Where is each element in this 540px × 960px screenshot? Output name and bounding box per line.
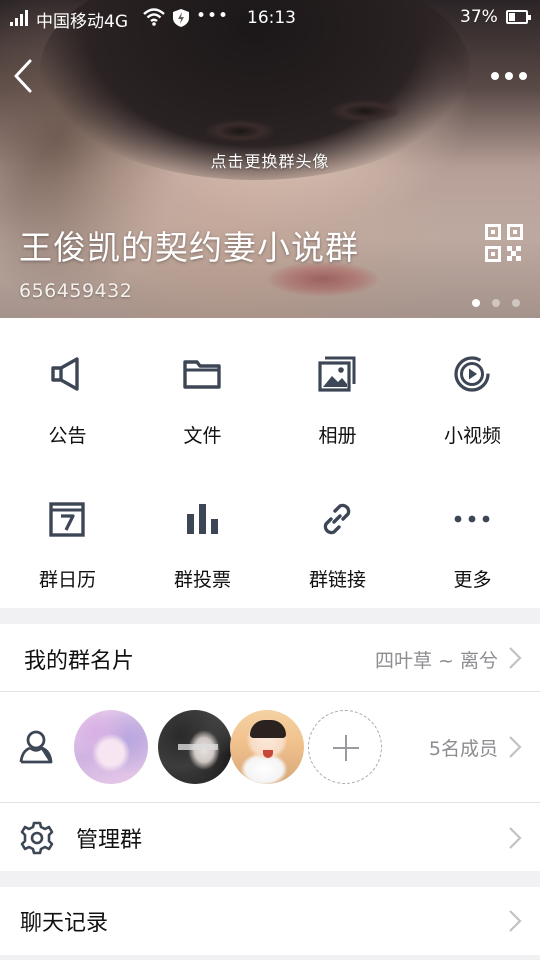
my-group-card-title: 我的群名片 xyxy=(24,649,135,674)
cover-page-indicator xyxy=(472,292,532,307)
plus-icon xyxy=(333,735,359,761)
function-label: 文件 xyxy=(183,425,222,447)
chat-history-row[interactable]: 聊天记录 xyxy=(0,887,540,955)
function-label: 相册 xyxy=(318,425,357,447)
page-dot xyxy=(512,299,520,307)
video-play-icon xyxy=(454,356,490,392)
member-avatar[interactable] xyxy=(158,710,232,784)
qr-code-button[interactable] xyxy=(485,224,523,262)
shield-icon xyxy=(173,9,189,27)
wifi-icon xyxy=(143,8,165,26)
cover-photo-eye xyxy=(330,100,400,122)
chevron-right-icon xyxy=(509,910,522,932)
carrier-label: 中国移动4G xyxy=(36,12,128,32)
function-label: 群链接 xyxy=(308,569,366,591)
status-bar: 中国移动4G ••• 16:13 37% xyxy=(0,0,540,36)
group-members-row[interactable]: 5名成员 xyxy=(0,692,540,803)
cover-photo-eye xyxy=(205,120,275,142)
manage-group-row[interactable]: 管理群 xyxy=(0,803,540,871)
function-label: 群日历 xyxy=(38,569,96,591)
back-button[interactable] xyxy=(10,58,42,94)
status-more-dots: ••• xyxy=(196,6,230,26)
function-label: 公告 xyxy=(48,425,87,447)
function-label: 小视频 xyxy=(443,425,501,447)
function-more[interactable]: 更多 xyxy=(405,463,540,608)
member-avatar[interactable] xyxy=(74,710,148,784)
group-name: 王俊凯的契约妻小说群 xyxy=(19,228,359,267)
function-calendar[interactable]: 群日历 xyxy=(0,463,135,608)
function-announcement[interactable]: 公告 xyxy=(0,318,135,463)
function-files[interactable]: 文件 xyxy=(135,318,270,463)
more-dots-icon xyxy=(454,515,490,523)
my-group-card-row[interactable]: 我的群名片 四叶草 ~ 离兮 xyxy=(0,624,540,692)
megaphone-icon xyxy=(51,357,79,391)
link-icon xyxy=(323,503,351,535)
group-function-grid: 公告 文件 相册 小视频 群日历 群投票 群链接 更多 xyxy=(0,318,540,608)
photo-album-icon xyxy=(318,356,356,392)
member-avatar[interactable] xyxy=(230,710,304,784)
member-count: 5名成员 xyxy=(428,738,498,760)
page-dot xyxy=(492,299,500,307)
chevron-right-icon xyxy=(509,827,522,849)
chat-history-title: 聊天记录 xyxy=(20,911,109,936)
page-dot-active xyxy=(472,299,480,307)
change-avatar-hint[interactable]: 点击更换群头像 xyxy=(0,148,540,172)
battery-icon xyxy=(506,10,531,24)
function-label: 更多 xyxy=(453,569,492,591)
function-short-video[interactable]: 小视频 xyxy=(405,318,540,463)
folder-icon xyxy=(183,360,221,389)
function-link[interactable]: 群链接 xyxy=(270,463,405,608)
chevron-right-icon xyxy=(509,736,522,758)
add-member-button[interactable] xyxy=(308,710,382,784)
group-id: 656459432 xyxy=(19,280,133,302)
function-label: 群投票 xyxy=(173,569,231,591)
clock: 16:13 xyxy=(247,8,296,28)
manage-group-title: 管理群 xyxy=(76,828,143,853)
chevron-right-icon xyxy=(509,647,522,669)
calendar-icon xyxy=(49,502,85,537)
function-album[interactable]: 相册 xyxy=(270,318,405,463)
gear-icon xyxy=(20,821,54,855)
signal-icon xyxy=(10,10,30,26)
more-options-button[interactable] xyxy=(490,66,528,86)
battery-percent: 37% xyxy=(460,7,498,27)
function-vote[interactable]: 群投票 xyxy=(135,463,270,608)
my-group-card-value: 四叶草 ~ 离兮 xyxy=(375,650,498,672)
group-cover[interactable]: 中国移动4G ••• 16:13 37% 点击更换群头像 王俊凯的契约妻小说群 … xyxy=(0,0,540,318)
bar-chart-icon xyxy=(187,504,218,534)
members-icon xyxy=(19,730,53,764)
